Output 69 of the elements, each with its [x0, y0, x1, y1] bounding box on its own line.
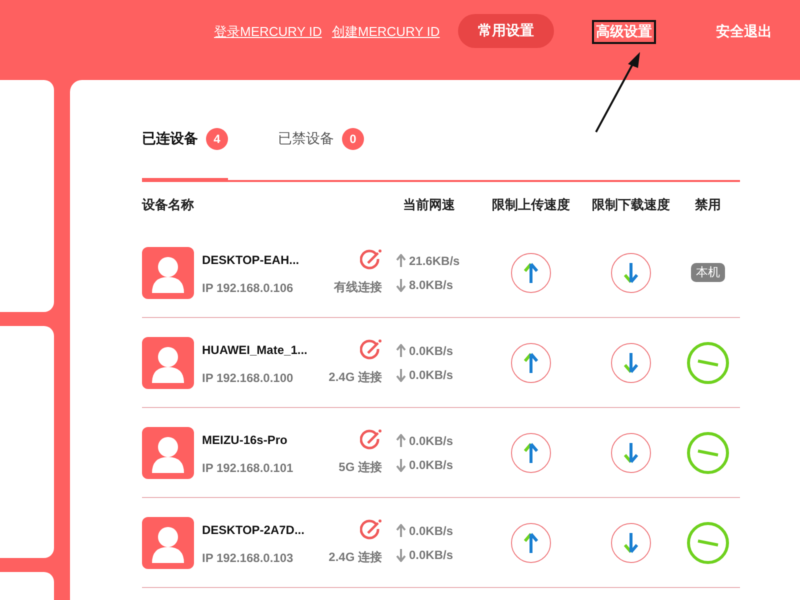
upload-limit-button[interactable] — [511, 432, 551, 472]
count-badge: 0 — [342, 128, 364, 150]
device-name: MEIZU-16s-Pro — [202, 433, 288, 447]
column-header: 限制下载速度 — [591, 196, 671, 214]
down-arrow-icon — [396, 458, 406, 472]
upload-speed: 21.6KB/s — [396, 254, 476, 268]
up-arrow-icon — [396, 344, 406, 358]
column-header: 限制上传速度 — [491, 196, 571, 214]
minus-icon — [696, 448, 720, 458]
device-name: DESKTOP-2A7D... — [202, 523, 304, 537]
connection-type: 2.4G 连接 — [328, 549, 382, 566]
device-tab[interactable]: 已禁设备 0 — [278, 124, 364, 154]
upload-limit-button[interactable] — [511, 252, 551, 292]
down-arrow-icon — [623, 260, 639, 284]
edit-icon[interactable] — [360, 339, 382, 361]
avatar-icon — [142, 516, 194, 568]
ip-address: IP 192.168.0.103 — [202, 550, 294, 564]
minus-icon — [696, 358, 720, 368]
header-link[interactable]: 登录MERCURY ID — [214, 23, 322, 41]
nav-button[interactable]: 常用设置 — [458, 14, 554, 48]
avatar-icon — [142, 336, 194, 388]
download-limit-button[interactable] — [611, 432, 651, 472]
connection-type: 2.4G 连接 — [328, 369, 382, 386]
upload-speed: 0.0KB/s — [396, 434, 476, 448]
column-header: 当前网速 — [402, 196, 456, 214]
upload-limit-button[interactable] — [511, 342, 551, 382]
edit-icon[interactable] — [360, 429, 382, 451]
avatar-icon — [142, 426, 194, 478]
download-limit-button[interactable] — [611, 342, 651, 382]
minus-icon — [696, 538, 720, 548]
download-speed: 0.0KB/s — [396, 368, 476, 382]
edit-icon[interactable] — [360, 519, 382, 541]
device-name: HUAWEI_Mate_1... — [202, 343, 308, 357]
avatar-icon — [142, 246, 194, 298]
this-device-badge: 本机 — [691, 263, 725, 282]
up-arrow-icon — [523, 350, 539, 374]
up-arrow-icon — [523, 440, 539, 464]
edit-icon[interactable] — [360, 249, 382, 271]
device-name: DESKTOP-EAH... — [202, 253, 300, 267]
down-arrow-icon — [396, 368, 406, 382]
down-arrow-icon — [396, 278, 406, 292]
down-arrow-icon — [623, 440, 639, 464]
down-arrow-icon — [396, 548, 406, 562]
up-arrow-icon — [396, 434, 406, 448]
upload-speed: 0.0KB/s — [396, 524, 476, 538]
download-speed: 8.0KB/s — [396, 278, 476, 292]
column-header: 设备名称 — [142, 196, 195, 214]
up-arrow-icon — [523, 260, 539, 284]
down-arrow-icon — [623, 350, 639, 374]
ip-address: IP 192.168.0.106 — [202, 280, 294, 294]
upload-limit-button[interactable] — [511, 522, 551, 562]
nav-button[interactable]: 高级设置 — [592, 20, 656, 44]
column-header: 禁用 — [694, 196, 722, 214]
ip-address: IP 192.168.0.100 — [202, 370, 294, 384]
up-arrow-icon — [523, 530, 539, 554]
download-speed: 0.0KB/s — [396, 548, 476, 562]
download-limit-button[interactable] — [611, 522, 651, 562]
connection-type: 有线连接 — [334, 279, 382, 296]
ip-address: IP 192.168.0.101 — [202, 460, 294, 474]
upload-speed: 0.0KB/s — [396, 344, 476, 358]
nav-button[interactable]: 安全退出 — [712, 20, 776, 44]
header-link[interactable]: 创建MERCURY ID — [332, 23, 440, 41]
down-arrow-icon — [623, 530, 639, 554]
up-arrow-icon — [396, 524, 406, 538]
download-limit-button[interactable] — [611, 252, 651, 292]
up-arrow-icon — [396, 254, 406, 268]
download-speed: 0.0KB/s — [396, 458, 476, 472]
connection-type: 5G 连接 — [338, 459, 382, 476]
count-badge: 4 — [206, 128, 228, 150]
